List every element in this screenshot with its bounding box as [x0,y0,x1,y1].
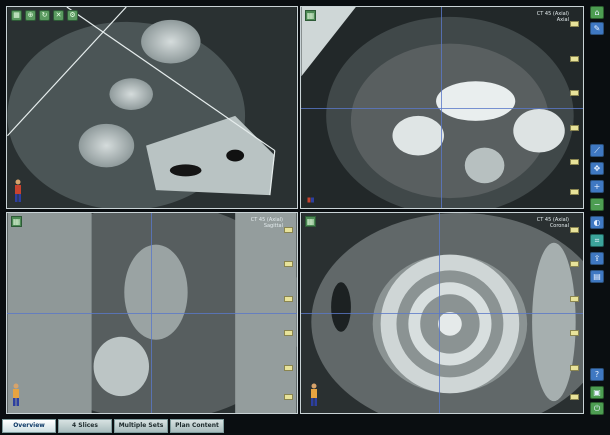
bottom-tab-bar: Overview 4 Slices Multiple Sets Plan Con… [0,418,610,435]
crosshair-vertical[interactable] [439,213,440,413]
window-level-icon[interactable]: ◐ [590,216,604,229]
app-window: ▦ ⊕ ↻ ✕ ⚙ ▦ CT 45 (Axial) Axial ▦ CT 45 … [0,0,610,435]
depth-ruler [570,21,579,195]
orientation-figure-icon [311,383,317,406]
tab-multiple-sets[interactable]: Multiple Sets [114,419,168,433]
crosshair-horizontal[interactable] [301,313,583,314]
depth-ruler [570,227,579,400]
export-icon[interactable]: ⇪ [590,252,604,265]
help-icon[interactable]: ? [590,368,604,381]
viewport-menu-icon[interactable]: ▦ [305,216,316,227]
viewport-coronal[interactable]: ▦ CT 45 (Axial) Coronal [300,212,584,414]
viewport-grid: ▦ ⊕ ↻ ✕ ⚙ ▦ CT 45 (Axial) Axial ▦ CT 45 … [6,6,584,414]
layout-icon[interactable]: ▦ [11,10,22,21]
zoom-out-icon[interactable]: − [590,198,604,211]
crosshair-vertical[interactable] [151,213,152,413]
crop-icon[interactable]: ⌗ [590,234,604,247]
measure-icon[interactable]: ⟋ [590,144,604,157]
crosshair-horizontal[interactable] [301,108,583,109]
viewport-3d[interactable]: ▦ ⊕ ↻ ✕ ⚙ [6,6,298,209]
viewport-plane: Coronal [549,223,569,229]
print-icon[interactable]: ▤ [590,270,604,283]
crosshair-horizontal[interactable] [7,313,297,314]
reset-icon[interactable]: ✕ [53,10,64,21]
right-toolbar: ⌂ ✎ ⟋ ✥ + − ◐ ⌗ ⇪ ▤ ? ▣ ⏻ [588,4,606,416]
tab-overview[interactable]: Overview [2,419,56,433]
view-toolbar: ▦ ⊕ ↻ ✕ ⚙ [11,10,78,21]
edit-icon[interactable]: ✎ [590,22,604,35]
crosshair-vertical[interactable] [441,7,442,208]
power-icon[interactable]: ⏻ [590,402,604,415]
settings-icon[interactable]: ⚙ [67,10,78,21]
zoom-icon[interactable]: ⊕ [25,10,36,21]
tab-4-slices[interactable]: 4 Slices [58,419,112,433]
home-icon[interactable]: ⌂ [590,6,604,19]
pan-icon[interactable]: ✥ [590,162,604,175]
viewport-plane: Sagittal [263,223,283,229]
depth-ruler [284,227,293,400]
orientation-figure-icon [15,179,21,202]
zoom-in-icon[interactable]: + [590,180,604,193]
viewport-menu-icon[interactable]: ▦ [305,10,316,21]
tab-plan-content[interactable]: Plan Content [170,419,224,433]
orientation-figure-icon [13,383,19,406]
rotate-icon[interactable]: ↻ [39,10,50,21]
save-icon[interactable]: ▣ [590,386,604,399]
viewport-menu-icon[interactable]: ▦ [11,216,22,227]
orientation-cube-icon [307,197,314,203]
viewport-sagittal[interactable]: ▦ CT 45 (Axial) Sagittal [6,212,298,414]
viewport-axial[interactable]: ▦ CT 45 (Axial) Axial [300,6,584,209]
3d-volume-image [7,7,297,208]
viewport-plane: Axial [556,17,569,23]
